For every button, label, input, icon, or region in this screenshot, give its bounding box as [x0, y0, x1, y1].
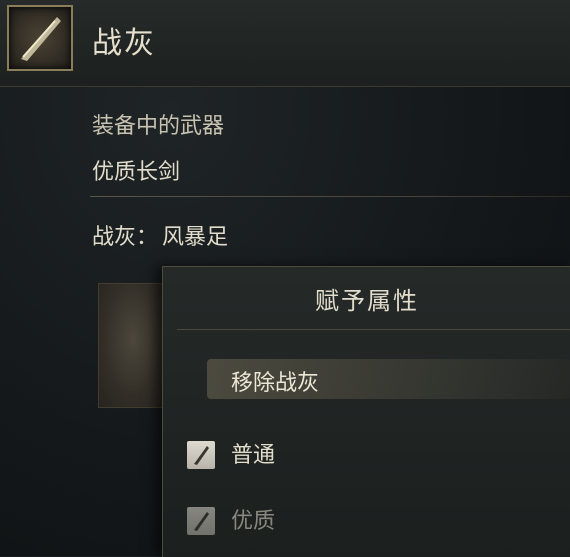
equipped-weapon-label: 装备中的武器 — [92, 114, 225, 139]
affinity-icon — [187, 507, 215, 535]
affinity-label: 普通 — [231, 443, 276, 468]
equipped-weapon-name: 优质长剑 — [92, 160, 181, 185]
ash-of-war-value: 风暴足 — [162, 225, 229, 250]
menu-header: 战灰 — [0, 0, 570, 87]
affinity-option-standard[interactable]: 普通 — [185, 435, 565, 475]
weapon-thumbnail — [98, 283, 168, 408]
ash-of-war-line: 战灰： 风暴足 — [92, 219, 228, 251]
affinity-label: 优质 — [231, 509, 276, 534]
page-title: 战灰 — [92, 26, 156, 61]
divider — [90, 196, 570, 197]
affinity-submenu: 赋予属性 移除战灰 普通 优质 — [162, 266, 570, 557]
ash-of-war-label: 战灰： — [92, 225, 159, 250]
submenu-divider — [177, 329, 570, 330]
affinity-icon — [187, 441, 215, 469]
submenu-title: 赋予属性 — [315, 287, 419, 315]
remove-ash-label: 移除战灰 — [231, 371, 320, 396]
remove-ash-option[interactable]: 移除战灰 — [207, 359, 570, 399]
affinity-option-quality[interactable]: 优质 — [185, 501, 565, 541]
ash-of-war-icon — [7, 5, 73, 71]
